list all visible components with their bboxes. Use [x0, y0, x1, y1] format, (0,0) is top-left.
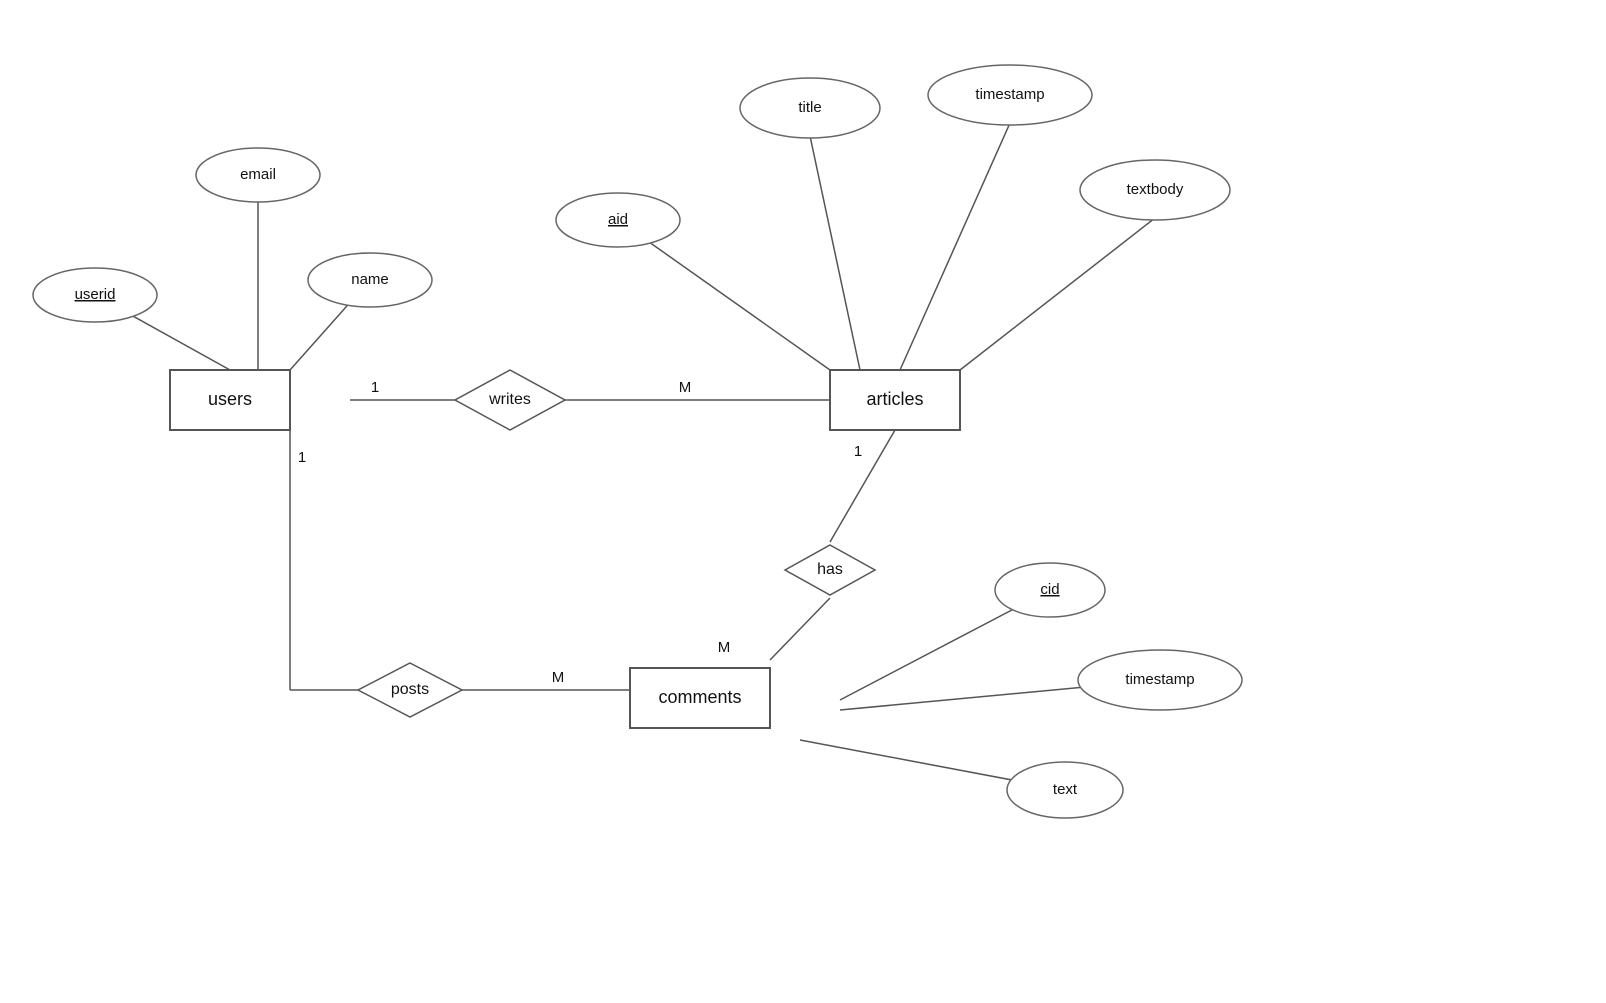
- attr-timestamp-articles-label: timestamp: [975, 86, 1044, 103]
- attr-name-label: name: [351, 271, 389, 288]
- entity-comments-label: comments: [658, 687, 741, 707]
- attr-textbody-label: textbody: [1127, 181, 1184, 198]
- card-writes-articles-m: M: [679, 379, 692, 396]
- rel-posts-label: posts: [391, 681, 429, 698]
- attr-timestamp-comments-label: timestamp: [1125, 671, 1194, 688]
- attr-aid-label: aid: [608, 211, 628, 228]
- attr-cid-label: cid: [1040, 581, 1059, 598]
- card-users-posts-1: 1: [298, 449, 306, 466]
- attr-title-label: title: [798, 99, 821, 116]
- card-posts-comments-m: M: [552, 669, 565, 686]
- entity-users-label: users: [208, 389, 252, 409]
- connector-timestamp-a: [900, 123, 1010, 370]
- card-has-comments-m: M: [718, 639, 731, 656]
- attr-userid-label: userid: [75, 286, 116, 303]
- attr-email-label: email: [240, 166, 276, 183]
- connector-articles-has: [830, 430, 895, 542]
- connector-textbody: [960, 218, 1155, 370]
- er-diagram: 1 M 1 M 1 M users articles comments writ…: [0, 0, 1606, 998]
- attr-text-label: text: [1053, 781, 1078, 798]
- connector-has-comments: [770, 598, 830, 660]
- entity-articles-label: articles: [866, 389, 923, 409]
- rel-writes-label: writes: [488, 391, 531, 408]
- rel-has-label: has: [817, 561, 843, 578]
- card-articles-has-1: 1: [854, 443, 862, 460]
- connector-title: [810, 136, 860, 370]
- card-users-writes-1: 1: [371, 379, 379, 396]
